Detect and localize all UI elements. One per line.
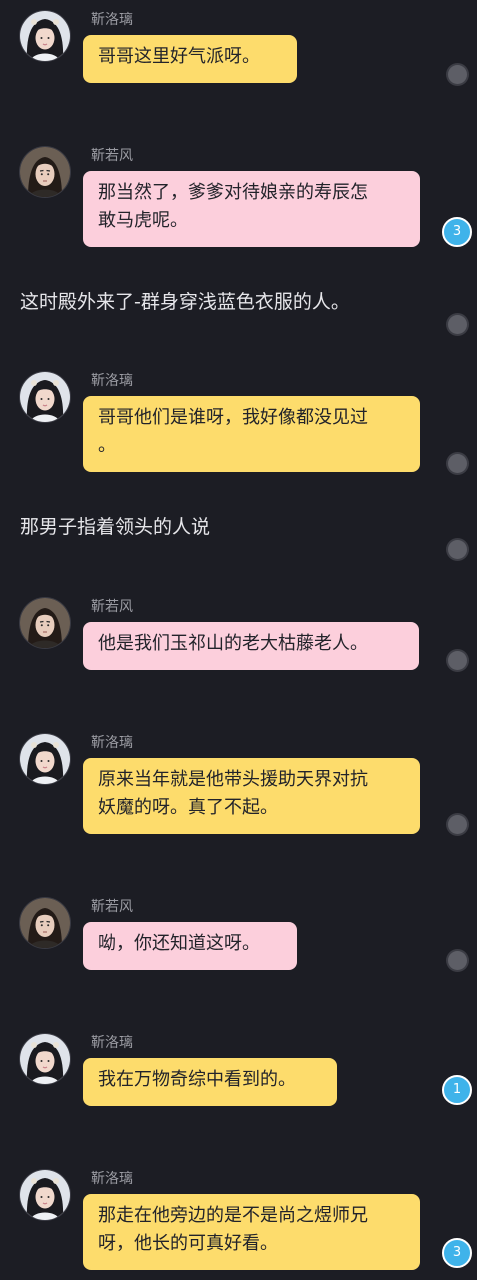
female-character-avatar-icon[interactable] [20,1034,70,1084]
message-bubble[interactable]: 原来当年就是他带头援助天界对抗 妖魔的呀。真了不起。 [83,758,420,834]
message-bubble[interactable]: 我在万物奇综中看到的。 [83,1058,337,1106]
comment-dot-icon[interactable] [448,454,467,473]
narration-text: 这时殿外来了-群身穿浅蓝色衣服的人。 [20,291,350,313]
message-bubble[interactable]: 那当然了，爹爹对待娘亲的寿辰怎 敢马虎呢。 [83,171,420,247]
comment-dot-icon[interactable] [448,315,467,334]
speaker-name: 靳洛璃 [91,1035,133,1051]
female-character-avatar-icon[interactable] [20,1170,70,1220]
female-character-avatar-icon[interactable] [20,734,70,784]
comment-dot-icon[interactable] [448,651,467,670]
message-bubble[interactable]: 那走在他旁边的是不是尚之煜师兄 呀，他长的可真好看。 [83,1194,420,1270]
message-bubble[interactable]: 哥哥他们是谁呀，我好像都没见过 。 [83,396,420,472]
female-character-avatar-icon[interactable] [20,11,70,61]
comment-dot-icon[interactable] [448,951,467,970]
comment-dot-icon[interactable] [448,65,467,84]
comment-count-badge[interactable]: 3 [442,217,472,247]
comment-dot-icon[interactable] [448,815,467,834]
male-character-avatar-icon[interactable] [20,898,70,948]
narration-text: 那男子指着领头的人说 [20,516,211,538]
speaker-name: 靳洛璃 [91,735,133,751]
message-bubble[interactable]: 他是我们玉祁山的老大枯藤老人。 [83,622,419,670]
chat-feed: 靳洛璃 哥哥这里好气派呀。 靳若风 那当然了，爹爹对待娘亲的寿辰怎 敢马虎呢。 3 这时殿… [0,0,477,1280]
speaker-name: 靳若风 [91,599,133,615]
speaker-name: 靳洛璃 [91,12,133,28]
female-character-avatar-icon[interactable] [20,372,70,422]
comment-dot-icon[interactable] [448,540,467,559]
male-character-avatar-icon[interactable] [20,598,70,648]
comment-count-badge[interactable]: 3 [442,1238,472,1268]
speaker-name: 靳若风 [91,899,133,915]
speaker-name: 靳洛璃 [91,373,133,389]
message-bubble[interactable]: 哥哥这里好气派呀。 [83,35,297,83]
message-bubble[interactable]: 呦，你还知道这呀。 [83,922,297,970]
speaker-name: 靳若风 [91,148,133,164]
male-character-avatar-icon[interactable] [20,147,70,197]
comment-count-badge[interactable]: 1 [442,1075,472,1105]
speaker-name: 靳洛璃 [91,1171,133,1187]
